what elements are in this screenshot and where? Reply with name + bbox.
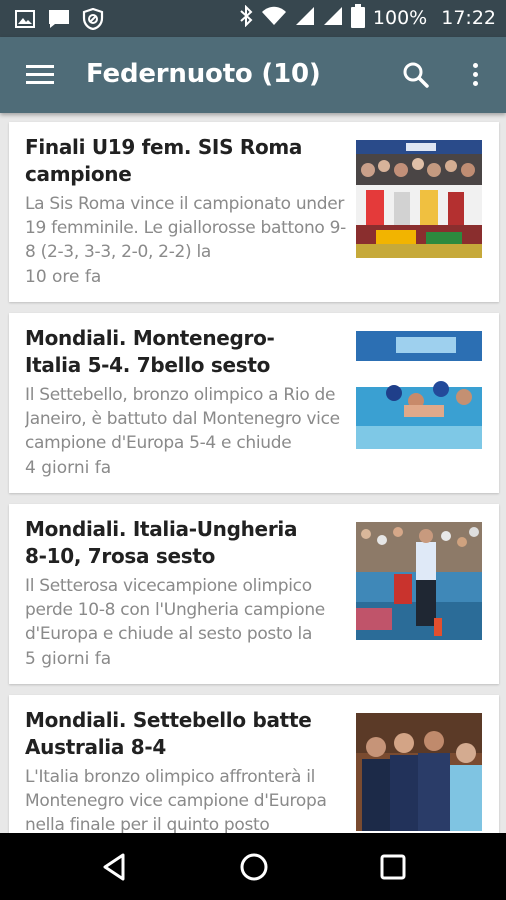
article-title: Finali U19 fem. SIS Roma campione xyxy=(25,135,303,186)
article-title: Mondiali. Montenegro-Italia 5-4. 7bello … xyxy=(25,326,275,377)
battery-percentage: 100% xyxy=(372,7,428,29)
image-icon xyxy=(14,8,36,30)
news-card[interactable]: Mondiali. Montenegro-Italia 5-4. 7bello … xyxy=(9,313,499,493)
battery-icon xyxy=(350,3,365,33)
article-time: 5 giorni fa xyxy=(25,649,112,669)
news-list: Finali U19 fem. SIS Roma campione La Sis… xyxy=(0,113,506,833)
wifi-icon xyxy=(261,6,287,31)
home-icon[interactable] xyxy=(238,851,270,883)
article-thumbnail xyxy=(356,522,482,640)
app-bar: Federnuoto (10) xyxy=(0,37,506,113)
article-title: Mondiali. Italia-Ungheria 8-10, 7rosa se… xyxy=(25,517,298,568)
article-summary: L'Italia bronzo olimpico affronterà il M… xyxy=(25,767,327,833)
navigation-bar xyxy=(0,833,506,900)
signal-icon xyxy=(295,6,315,31)
clock: 17:22 xyxy=(441,7,496,29)
article-thumbnail xyxy=(356,140,482,258)
news-card[interactable]: Mondiali. Italia-Ungheria 8-10, 7rosa se… xyxy=(9,504,499,684)
bluetooth-icon xyxy=(239,4,253,32)
article-time: 10 ore fa xyxy=(25,267,102,287)
news-card[interactable]: Finali U19 fem. SIS Roma campione La Sis… xyxy=(9,122,499,302)
more-options-icon[interactable] xyxy=(468,61,482,89)
article-summary: La Sis Roma vince il campionato under 19… xyxy=(25,194,346,262)
article-title: Mondiali. Settebello batte Australia 8-4 xyxy=(25,708,312,759)
recents-icon[interactable] xyxy=(377,851,409,883)
search-icon[interactable] xyxy=(402,61,430,89)
news-card[interactable]: Mondiali. Settebello batte Australia 8-4… xyxy=(9,695,499,833)
signal-icon xyxy=(323,6,343,31)
article-thumbnail xyxy=(356,713,482,831)
article-summary: Il Setterosa vicecampione olimpico perde… xyxy=(25,576,325,644)
message-icon xyxy=(48,8,70,30)
menu-icon[interactable] xyxy=(26,63,54,87)
article-thumbnail xyxy=(356,331,482,449)
page-title: Federnuoto (10) xyxy=(86,59,321,89)
article-time: 4 giorni fa xyxy=(25,458,112,478)
blocked-icon xyxy=(82,8,104,30)
status-bar: 100% 17:22 xyxy=(0,0,506,37)
article-summary: Il Settebello, bronzo olimpico a Rio de … xyxy=(25,385,340,453)
back-icon[interactable] xyxy=(99,851,131,883)
